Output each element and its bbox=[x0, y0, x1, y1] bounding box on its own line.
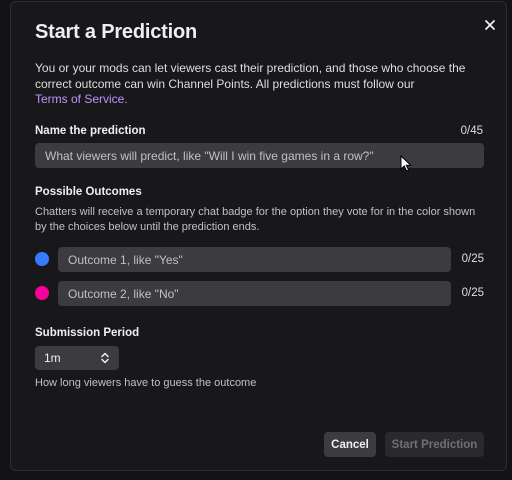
submission-period-value: 1m bbox=[44, 351, 61, 365]
possible-outcomes-helper: Chatters will receive a temporary chat b… bbox=[35, 206, 476, 233]
outcome-1-color-dot bbox=[35, 252, 49, 266]
mouse-pointer-icon bbox=[400, 155, 412, 172]
possible-outcomes-label: Possible Outcomes bbox=[35, 186, 142, 198]
submission-period-select[interactable]: 1m bbox=[35, 346, 119, 370]
outcome-1-input[interactable] bbox=[58, 247, 451, 272]
modal-title: Start a Prediction bbox=[35, 21, 197, 43]
submission-period-helper: How long viewers have to guess the outco… bbox=[35, 377, 257, 389]
close-button[interactable] bbox=[481, 16, 499, 34]
outcome-2-counter: 0/25 bbox=[461, 287, 484, 299]
prediction-name-input[interactable] bbox=[35, 143, 484, 168]
submission-period-label: Submission Period bbox=[35, 327, 140, 339]
outcome-1-counter: 0/25 bbox=[461, 253, 484, 265]
prediction-name-counter: 0/45 bbox=[460, 125, 483, 137]
outcome-2-color-dot bbox=[35, 286, 49, 300]
cancel-button[interactable]: Cancel bbox=[324, 432, 376, 457]
modal-description: You or your mods can let viewers cast th… bbox=[35, 61, 466, 91]
chevron-up-down-icon bbox=[100, 352, 110, 364]
start-prediction-button[interactable]: Start Prediction bbox=[385, 432, 484, 457]
close-icon bbox=[485, 20, 495, 30]
start-prediction-modal: Start a Prediction You or your mods can … bbox=[10, 1, 507, 471]
terms-of-service-link[interactable]: Terms of Service. bbox=[35, 92, 128, 106]
outcome-2-input[interactable] bbox=[58, 281, 451, 306]
prediction-name-label: Name the prediction bbox=[35, 125, 146, 137]
